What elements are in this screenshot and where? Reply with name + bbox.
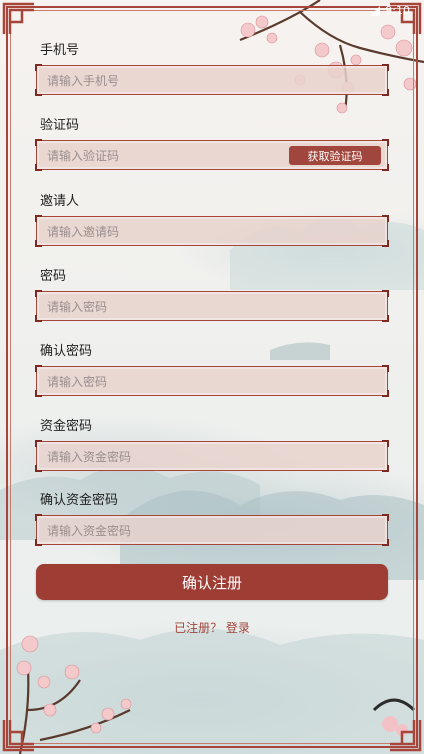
field-corner-ornament <box>35 539 42 546</box>
field-corner-ornament <box>382 64 389 71</box>
status-time: 9:10 <box>385 4 410 17</box>
field-corner-ornament <box>35 390 42 397</box>
field-corner-ornament <box>35 64 42 71</box>
invite-code-field[interactable] <box>35 215 389 247</box>
field-corner-ornament <box>35 89 42 96</box>
login-link[interactable]: 登录 <box>226 621 250 635</box>
confirm-password-label: 确认密码 <box>40 344 93 359</box>
field-corner-ornament <box>382 89 389 96</box>
phone-field[interactable] <box>35 64 389 96</box>
field-corner-ornament <box>35 290 42 297</box>
verification-code-field[interactable]: 获取验证码 <box>35 139 389 171</box>
password-field[interactable] <box>35 290 389 322</box>
inviter-label: 邀请人 <box>40 194 80 209</box>
register-page: 9:10 手机号 验证码 获取验证码 邀请人 密码 确认密码 资金密码 确认资金… <box>0 0 424 754</box>
password-label: 密码 <box>40 269 67 284</box>
field-corner-ornament <box>382 514 389 521</box>
signal-icon <box>370 5 381 16</box>
field-corner-ornament <box>382 290 389 297</box>
confirm-password-field[interactable] <box>35 365 389 397</box>
confirm-fund-password-input[interactable] <box>45 516 289 546</box>
confirm-password-input[interactable] <box>45 367 289 397</box>
field-corner-ornament <box>35 240 42 247</box>
confirm-fund-password-label: 确认资金密码 <box>40 493 119 508</box>
field-corner-ornament <box>382 215 389 222</box>
field-corner-ornament <box>35 139 42 146</box>
field-corner-ornament <box>382 390 389 397</box>
lotus-ornament-icon <box>372 698 416 736</box>
verification-code-label: 验证码 <box>40 118 80 133</box>
field-corner-ornament <box>382 440 389 447</box>
plum-blossom-branch-bottom-icon <box>16 635 132 754</box>
field-corner-ornament <box>35 365 42 372</box>
fund-password-label: 资金密码 <box>40 419 93 434</box>
field-corner-ornament <box>35 215 42 222</box>
field-corner-ornament <box>382 365 389 372</box>
field-corner-ornament <box>382 164 389 171</box>
invite-code-input[interactable] <box>45 217 289 247</box>
field-corner-ornament <box>382 315 389 322</box>
confirm-register-button[interactable]: 确认注册 <box>36 564 388 600</box>
field-corner-ornament <box>382 465 389 472</box>
status-bar: 9:10 <box>369 4 410 17</box>
phone-input[interactable] <box>45 66 289 96</box>
field-corner-ornament <box>35 440 42 447</box>
field-corner-ornament <box>382 539 389 546</box>
field-corner-ornament <box>35 514 42 521</box>
password-input[interactable] <box>45 292 289 322</box>
field-corner-ornament <box>382 240 389 247</box>
get-code-button[interactable]: 获取验证码 <box>289 146 381 165</box>
fund-password-input[interactable] <box>45 442 289 472</box>
phone-label: 手机号 <box>40 43 80 58</box>
registered-prompt: 已注册？ <box>174 621 223 635</box>
field-corner-ornament <box>35 315 42 322</box>
confirm-fund-password-field[interactable] <box>35 514 389 546</box>
field-corner-ornament <box>35 164 42 171</box>
verification-code-input[interactable] <box>45 141 289 171</box>
fund-password-field[interactable] <box>35 440 389 472</box>
field-corner-ornament <box>35 465 42 472</box>
login-row: 已注册？ 登录 <box>0 619 424 636</box>
field-corner-ornament <box>382 139 389 146</box>
